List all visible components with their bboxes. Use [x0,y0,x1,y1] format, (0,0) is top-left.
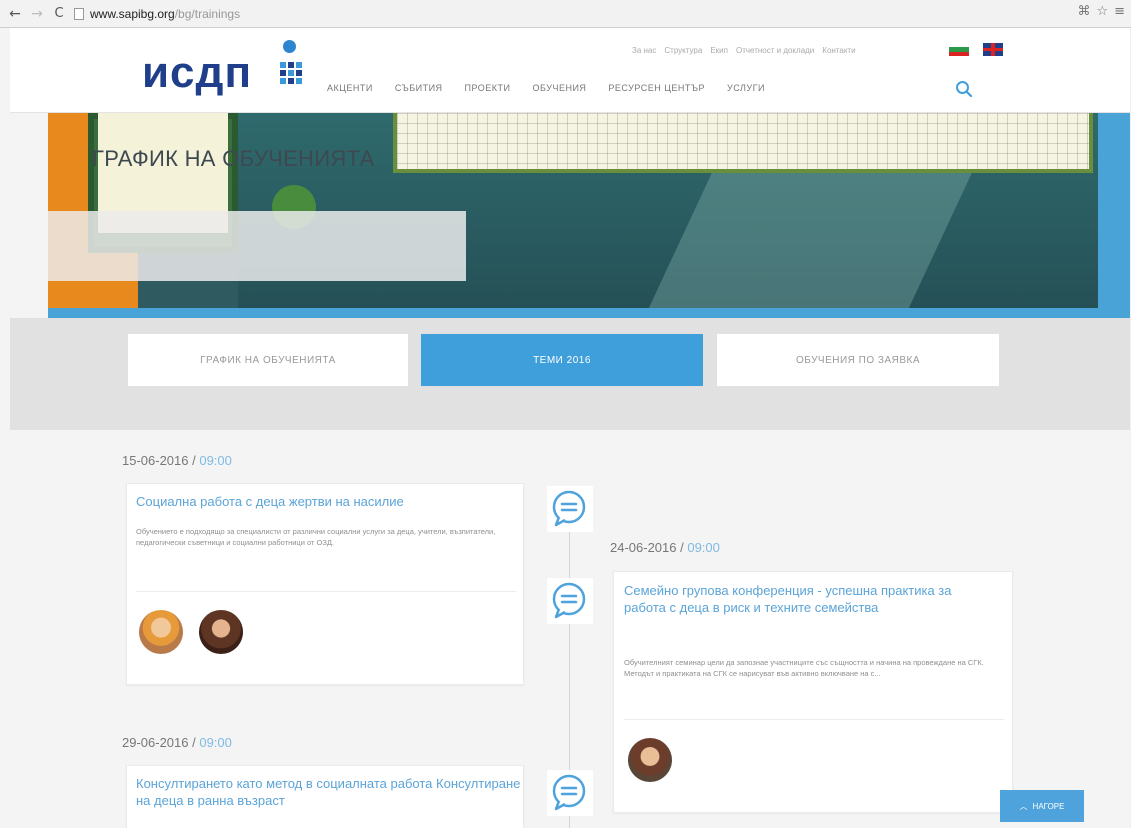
event-card[interactable]: Семейно групова конференция - успешна пр… [613,571,1013,813]
back-to-top-label: НАГОРЕ [1032,801,1065,811]
page-icon [74,7,84,20]
site-logo[interactable]: исдп [130,34,315,112]
event-title[interactable]: Социална работа с деца жертви на насилие [136,493,516,510]
back-arrow-icon[interactable]: ← [4,3,26,25]
event-description: Обучителният семинар цели да запознае уч… [624,658,984,678]
bulgarian-flag-icon[interactable] [949,43,969,56]
nav-item[interactable]: Услуги [727,83,765,93]
top-link[interactable]: Екип [710,46,728,55]
event-time: 09:00 [199,735,232,750]
tab-schedule[interactable]: График на обученията [128,334,408,386]
url-host: www.sapibg.org [90,6,175,21]
top-link[interactable]: Структура [664,46,702,55]
bookmark-star-icon[interactable]: ☆ [1096,4,1108,19]
page: исдп За нас Структура Екип Отчетност и д… [10,28,1130,828]
site-header: исдп За нас Структура Екип Отчетност и д… [10,28,1130,113]
logo-text: исдп [142,48,253,97]
top-links: За нас Структура Екип Отчетност и доклад… [632,46,856,55]
translate-icon[interactable]: ⌘ [1077,4,1090,19]
nav-item[interactable]: Обучения [533,83,587,93]
event-title[interactable]: Семейно групова конференция - успешна пр… [624,582,959,616]
main-nav: Акценти Събития Проекти Обучения Ресурсе… [327,83,765,93]
event-card[interactable]: Социална работа с деца жертви на насилие… [126,483,524,685]
speech-bubble-icon [547,770,593,816]
hero-title: ГРАФИК НА ОБУЧЕНИЯТА [92,146,375,171]
trainer-avatar[interactable] [628,738,672,782]
top-link[interactable]: За нас [632,46,656,55]
event-date: 15-06-2016 / 09:00 [122,453,232,468]
language-switcher [949,43,1003,56]
event-date: 24-06-2016 / 09:00 [610,540,720,555]
trainer-avatar[interactable] [199,610,243,654]
menu-icon[interactable]: ≡ [1114,4,1125,19]
hero-banner [48,113,1130,318]
chevron-up-icon: ︿ [1019,801,1028,811]
url-path: /bg/trainings [174,6,241,21]
speech-bubble-icon [547,486,593,532]
event-title[interactable]: Консултирането като метод в социалната р… [136,775,521,809]
trainer-avatar[interactable] [139,610,183,654]
back-to-top-button[interactable]: ︿ НАГОРЕ [1000,790,1084,822]
nav-item[interactable]: Акценти [327,83,373,93]
tab-topics-2016[interactable]: Теми 2016 [421,334,703,386]
uk-flag-icon[interactable] [983,43,1003,56]
logo-dot-icon [283,40,296,53]
forward-arrow-icon[interactable]: → [26,3,48,25]
nav-item[interactable]: Ресурсен център [608,83,705,93]
tabs-band: График на обученията Теми 2016 Обучения … [10,318,1130,430]
address-bar[interactable]: www.sapibg.org/bg/trainings [74,4,1084,24]
top-link[interactable]: Контакти [822,46,855,55]
event-card[interactable]: Консултирането като метод в социалната р… [126,765,524,828]
reload-icon[interactable]: C [48,3,70,25]
event-description: Обучението е подходящо за специалисти от… [136,527,496,547]
browser-toolbar: ← → C www.sapibg.org/bg/trainings ⌘ ☆ ≡ [0,0,1131,28]
event-time: 09:00 [199,453,232,468]
event-date: 29-06-2016 / 09:00 [122,735,232,750]
nav-item[interactable]: Събития [395,83,443,93]
search-icon[interactable] [955,80,973,98]
nav-item[interactable]: Проекти [465,83,511,93]
top-link[interactable]: Отчетност и доклади [736,46,814,55]
logo-grid-icon [280,62,302,84]
event-time: 09:00 [687,540,720,555]
speech-bubble-icon [547,578,593,624]
tab-on-request[interactable]: Обучения по заявка [717,334,999,386]
